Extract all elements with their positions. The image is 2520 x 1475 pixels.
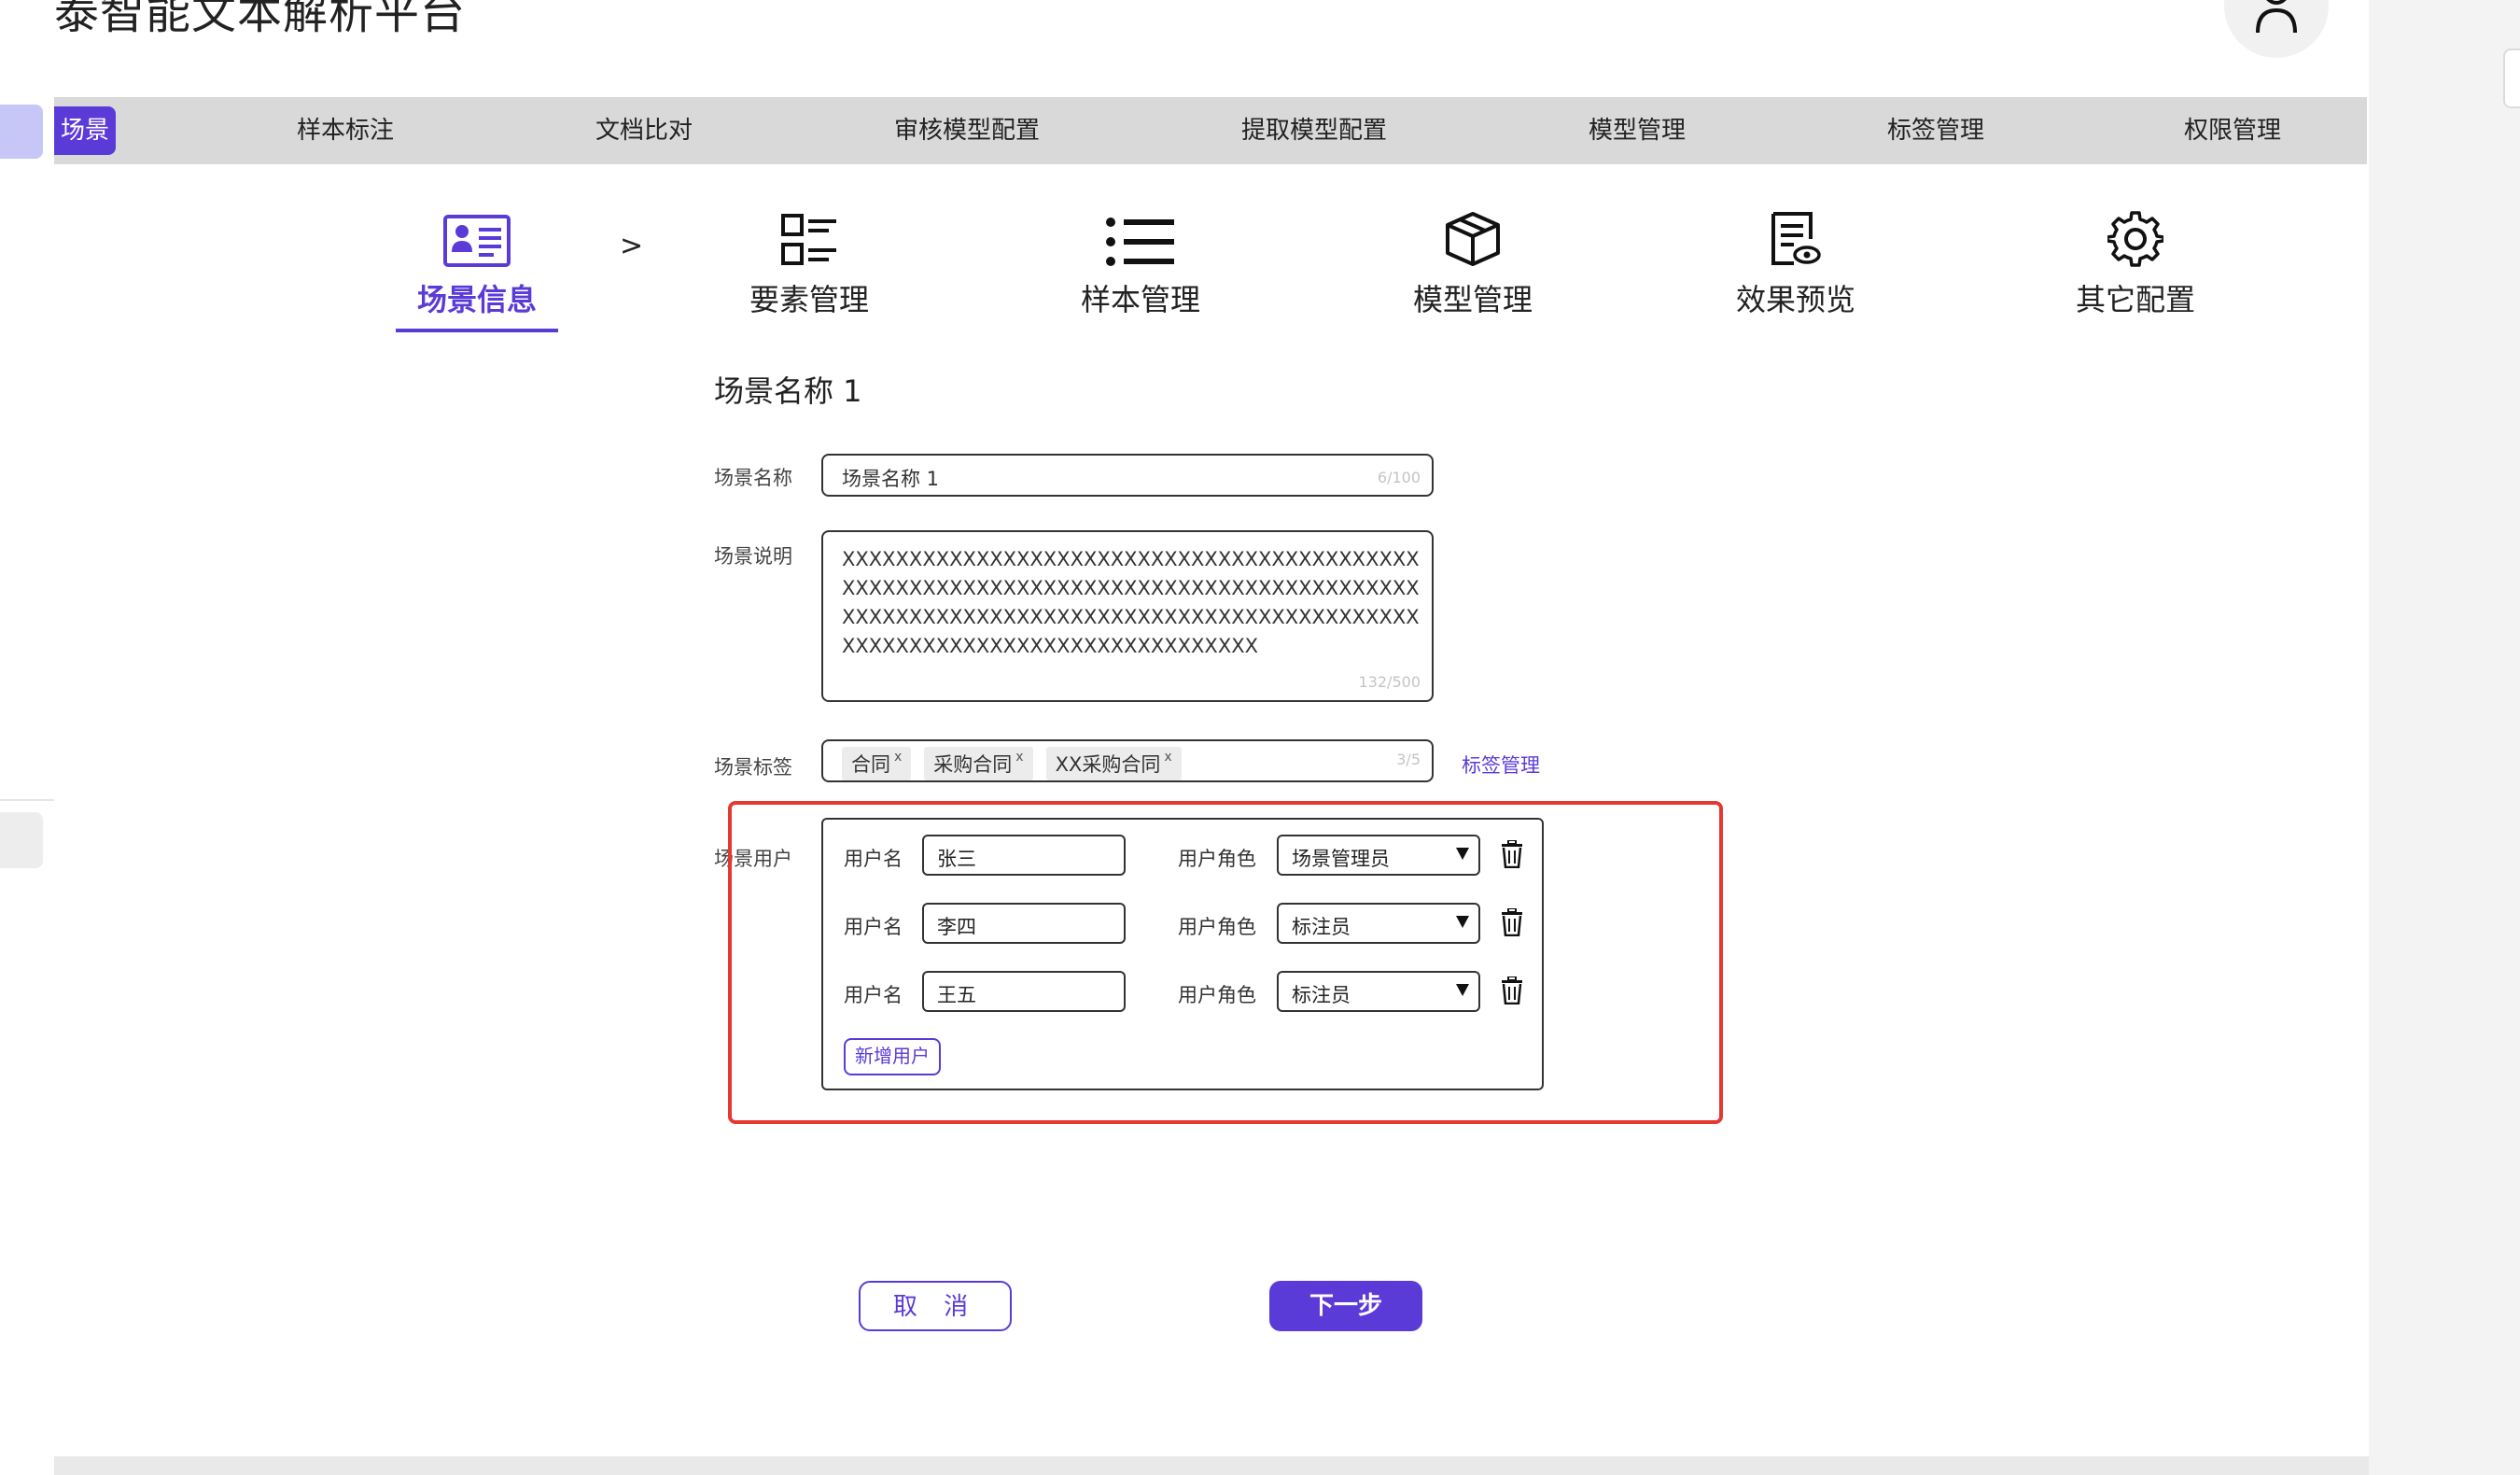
nav-item-review-model[interactable]: 审核模型配置	[894, 97, 1040, 164]
scene-desc-value: XXXXXXXXXXXXXXXXXXXXXXXXXXXXXXXXXXXXXXXX…	[842, 548, 1420, 657]
tag-chip: 采购合同 x	[924, 747, 1033, 780]
scene-name-counter: 6/100	[1377, 469, 1421, 486]
step-effect-preview[interactable]: 效果预览	[1712, 211, 1880, 319]
tag-remove-icon[interactable]: x	[894, 750, 902, 765]
tag-list: 合同 x 采购合同 x XX采购合同 x	[842, 747, 1195, 780]
highlight-annotation-box	[728, 801, 1723, 1124]
left-rail	[0, 0, 56, 1475]
nav-item-scene[interactable]: 场景	[54, 106, 116, 155]
tag-chip: 合同 x	[842, 747, 912, 780]
nav-item-extract-model[interactable]: 提取模型配置	[1241, 97, 1387, 164]
nav-item-permission[interactable]: 权限管理	[2184, 97, 2281, 164]
right-strip	[2369, 0, 2520, 1475]
tag-manage-link[interactable]: 标签管理	[1462, 751, 1540, 779]
gear-icon	[2106, 211, 2165, 271]
step-element-mgmt[interactable]: 要素管理	[725, 211, 893, 319]
nav-item-model-mgmt[interactable]: 模型管理	[1589, 97, 1686, 164]
scene-tags-label: 场景标签	[714, 756, 792, 779]
nav-item-sample-annotation[interactable]: 样本标注	[297, 97, 394, 164]
user-icon	[2254, 0, 2299, 40]
tag-remove-icon[interactable]: x	[1164, 750, 1171, 765]
step-separator: >	[620, 230, 644, 262]
scene-tags-counter: 3/5	[1396, 751, 1421, 768]
cancel-button[interactable]: 取 消	[859, 1281, 1012, 1331]
scene-desc-textarea[interactable]: XXXXXXXXXXXXXXXXXXXXXXXXXXXXXXXXXXXXXXXX…	[821, 530, 1434, 702]
scene-tags-input[interactable]: 合同 x 采购合同 x XX采购合同 x 3/5	[821, 739, 1434, 782]
user-avatar[interactable]	[2224, 0, 2329, 58]
step-label: 场景信息	[416, 282, 537, 317]
form-title: 场景名称 1	[714, 373, 862, 409]
left-rail-item[interactable]	[0, 812, 43, 868]
tag-text: 合同	[851, 753, 890, 776]
tag-text: XX采购合同	[1055, 753, 1161, 776]
next-step-button[interactable]: 下一步	[1269, 1281, 1422, 1331]
id-card-icon	[443, 215, 511, 271]
step-scene-info[interactable]: 场景信息	[393, 211, 561, 332]
checklist-icon	[780, 213, 838, 271]
nav-item-tag-mgmt[interactable]: 标签管理	[1887, 97, 1984, 164]
active-step-underline	[396, 329, 558, 332]
step-sample-mgmt[interactable]: 样本管理	[1057, 211, 1225, 319]
tag-chip: XX采购合同 x	[1045, 747, 1182, 780]
main-canvas: 泰智能文本解析平台 场景 样本标注 文档比对 审核模型配置 提取模型配置 模型管…	[54, 0, 2369, 1456]
left-rail-active-item[interactable]	[0, 105, 43, 159]
scene-name-input[interactable]: 场景名称 1 6/100	[821, 454, 1434, 497]
scene-name-value: 场景名称 1	[842, 468, 940, 490]
app-title: 泰智能文本解析平台	[54, 0, 467, 39]
step-other-config[interactable]: 其它配置	[2051, 211, 2219, 319]
list-icon	[1105, 217, 1176, 271]
top-nav: 场景 样本标注 文档比对 审核模型配置 提取模型配置 模型管理 标签管理 权限管…	[54, 97, 2367, 164]
horizontal-scrollbar[interactable]	[54, 1456, 2369, 1475]
right-collapse-tab[interactable]	[2503, 49, 2520, 108]
tag-remove-icon[interactable]: x	[1015, 750, 1023, 765]
nav-item-doc-compare[interactable]: 文档比对	[595, 97, 693, 164]
step-model-mgmt[interactable]: 模型管理	[1389, 211, 1557, 319]
step-label: 样本管理	[1080, 282, 1200, 317]
step-label: 效果预览	[1735, 282, 1855, 317]
cube-icon	[1444, 211, 1502, 271]
scene-desc-label: 场景说明	[714, 545, 792, 568]
step-label: 要素管理	[749, 282, 869, 317]
tag-text: 采购合同	[933, 753, 1013, 776]
step-label: 模型管理	[1412, 282, 1533, 317]
scene-desc-counter: 132/500	[1358, 673, 1421, 691]
document-preview-icon	[1770, 211, 1822, 271]
scene-name-label: 场景名称	[714, 467, 792, 489]
step-label: 其它配置	[2075, 282, 2195, 317]
left-rail-divider	[0, 799, 54, 801]
